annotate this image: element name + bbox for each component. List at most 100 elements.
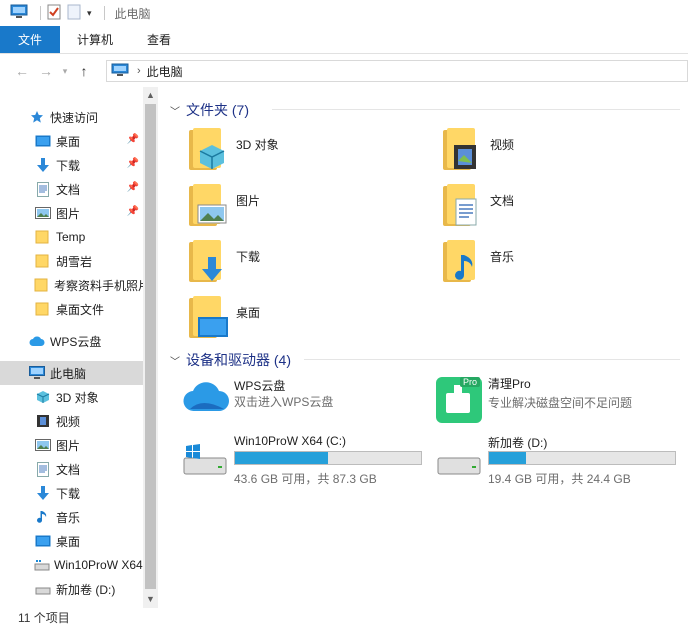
tab-file[interactable]: 文件 [0, 26, 60, 53]
address-bar[interactable]: › 此电脑 [106, 60, 688, 82]
drive-usage-fill [489, 452, 527, 464]
navigation-pane: 快速访问 桌面 📌 下载 📌 文档 📌 图片 📌 Temp 胡雪岩 考察资料手机… [0, 87, 158, 608]
recent-dropdown-icon[interactable]: ▾ [58, 66, 72, 77]
divider [272, 109, 680, 110]
folder-tile-videos[interactable]: 视频 [440, 127, 514, 173]
nav-item-pictures-pc[interactable]: 图片 [0, 433, 143, 457]
window-title: 此电脑 [114, 6, 151, 21]
scroll-down-arrow-icon[interactable]: ▼ [143, 592, 158, 607]
nav-wps-cloud[interactable]: WPS云盘 [0, 329, 143, 353]
computer-icon [28, 365, 46, 381]
scroll-up-arrow-icon[interactable]: ▲ [143, 88, 158, 103]
tab-view[interactable]: 查看 [130, 26, 188, 53]
folder-3d-icon [186, 127, 232, 173]
star-icon [28, 109, 46, 125]
nav-item-3d-objects[interactable]: 3D 对象 [0, 385, 143, 409]
nav-item-survey-photos[interactable]: 考察资料手机照片 [0, 273, 143, 297]
nav-item-desktop-pc[interactable]: 桌面 [0, 529, 143, 553]
nav-item-drive-c[interactable]: Win10ProW X64 (C:) [0, 553, 143, 577]
chevron-right-icon[interactable]: › [137, 65, 141, 77]
nav-label: Temp [56, 230, 86, 244]
back-arrow-icon[interactable]: ← [10, 63, 34, 79]
nav-label: 图片 [56, 206, 81, 221]
drive-icon [34, 557, 50, 573]
folder-tile-3d-objects[interactable]: 3D 对象 [186, 127, 279, 173]
folder-icon [34, 229, 52, 245]
drive-d[interactable]: 新加卷 (D:) 19.4 GB 可用，共 24.4 GB [436, 434, 676, 486]
chevron-down-icon[interactable]: ﹀ [170, 103, 180, 118]
picture-icon [34, 205, 52, 221]
folder-label: 音乐 [490, 250, 515, 264]
nav-item-temp[interactable]: Temp [0, 225, 143, 249]
nav-scrollbar[interactable]: ▲ ▼ [143, 87, 158, 608]
folder-tile-pictures[interactable]: 图片 [186, 183, 260, 229]
nav-label: Win10ProW X64 (C:) [54, 558, 143, 572]
properties-icon[interactable] [47, 4, 61, 23]
nav-item-documents-pc[interactable]: 文档 [0, 457, 143, 481]
folder-label: 桌面 [236, 306, 261, 320]
nav-quick-access[interactable]: 快速访问 [0, 105, 143, 129]
nav-item-pictures[interactable]: 图片 📌 [0, 201, 143, 225]
nav-label: 音乐 [56, 510, 81, 525]
group-header-folders[interactable]: ﹀ 文件夹 (7) [170, 100, 249, 120]
desktop-icon [34, 133, 52, 149]
nav-item-documents[interactable]: 文档 📌 [0, 177, 143, 201]
drive-usage-bar [234, 451, 422, 465]
nav-label: 考察资料手机照片 [54, 278, 143, 293]
device-name: 清理Pro [488, 377, 531, 391]
device-name: WPS云盘 [234, 379, 286, 393]
device-wps-cloud[interactable]: WPS云盘 双击进入WPS云盘 [182, 377, 422, 421]
folder-tile-downloads[interactable]: 下载 [186, 239, 260, 285]
folder-tile-music[interactable]: 音乐 [440, 239, 514, 285]
folder-tile-documents[interactable]: 文档 [440, 183, 514, 229]
nav-label: 3D 对象 [56, 390, 99, 405]
nav-this-pc[interactable]: 此电脑 [0, 361, 143, 385]
customize-dropdown-icon[interactable]: ▾ [87, 8, 92, 19]
music-note-icon [34, 509, 52, 525]
pin-icon[interactable]: 📌 [127, 158, 139, 169]
drive-usage-fill [235, 452, 328, 464]
new-folder-icon[interactable] [67, 4, 81, 23]
breadcrumb-this-pc[interactable]: 此电脑 [147, 63, 183, 80]
nav-label: 桌面 [56, 134, 81, 149]
nav-item-downloads[interactable]: 下载 📌 [0, 153, 143, 177]
group-title: 文件夹 (7) [186, 102, 249, 118]
drive-free-space: 19.4 GB 可用，共 24.4 GB [488, 472, 631, 486]
device-qingli-pro[interactable]: Pro 清理Pro 专业解决磁盘空间不足问题 [436, 375, 676, 423]
ribbon-tabs: 文件 计算机 查看 [0, 26, 688, 54]
group-header-devices[interactable]: ﹀ 设备和驱动器 (4) [170, 350, 291, 370]
nav-label: 桌面文件 [56, 302, 105, 317]
folder-tile-desktop[interactable]: 桌面 [186, 295, 260, 341]
nav-item-downloads-pc[interactable]: 下载 [0, 481, 143, 505]
chevron-down-icon[interactable]: ﹀ [170, 353, 180, 368]
computer-icon[interactable] [10, 4, 28, 23]
nav-label: 文档 [56, 462, 81, 477]
drive-icon [436, 444, 482, 481]
nav-item-huxueyan[interactable]: 胡雪岩 [0, 249, 143, 273]
nav-item-videos[interactable]: 视频 [0, 409, 143, 433]
cleaner-app-icon: Pro [436, 377, 482, 423]
forward-arrow-icon[interactable]: → [34, 63, 58, 79]
drive-free-space: 43.6 GB 可用，共 87.3 GB [234, 472, 377, 486]
divider [103, 6, 105, 20]
divider [304, 359, 680, 360]
nav-label: 此电脑 [50, 366, 87, 381]
folder-document-icon [440, 183, 486, 229]
pin-icon[interactable]: 📌 [127, 182, 139, 193]
tab-computer[interactable]: 计算机 [60, 26, 130, 53]
nav-item-music[interactable]: 音乐 [0, 505, 143, 529]
drive-c[interactable]: Win10ProW X64 (C:) 43.6 GB 可用，共 87.3 GB [182, 434, 422, 486]
nav-item-drive-d[interactable]: 新加卷 (D:) [0, 577, 143, 601]
nav-label: 快速访问 [50, 110, 99, 125]
up-arrow-icon[interactable]: ↑ [72, 63, 96, 79]
pin-icon[interactable]: 📌 [127, 206, 139, 217]
drive-usage-bar [488, 451, 676, 465]
nav-item-desktop[interactable]: 桌面 📌 [0, 129, 143, 153]
device-description: 专业解决磁盘空间不足问题 [488, 396, 633, 410]
nav-item-desktop-files[interactable]: 桌面文件 [0, 297, 143, 321]
scrollbar-thumb[interactable] [145, 104, 156, 589]
pin-icon[interactable]: 📌 [127, 134, 139, 145]
folder-icon [34, 253, 52, 269]
computer-icon [111, 63, 129, 80]
download-icon [34, 157, 52, 173]
